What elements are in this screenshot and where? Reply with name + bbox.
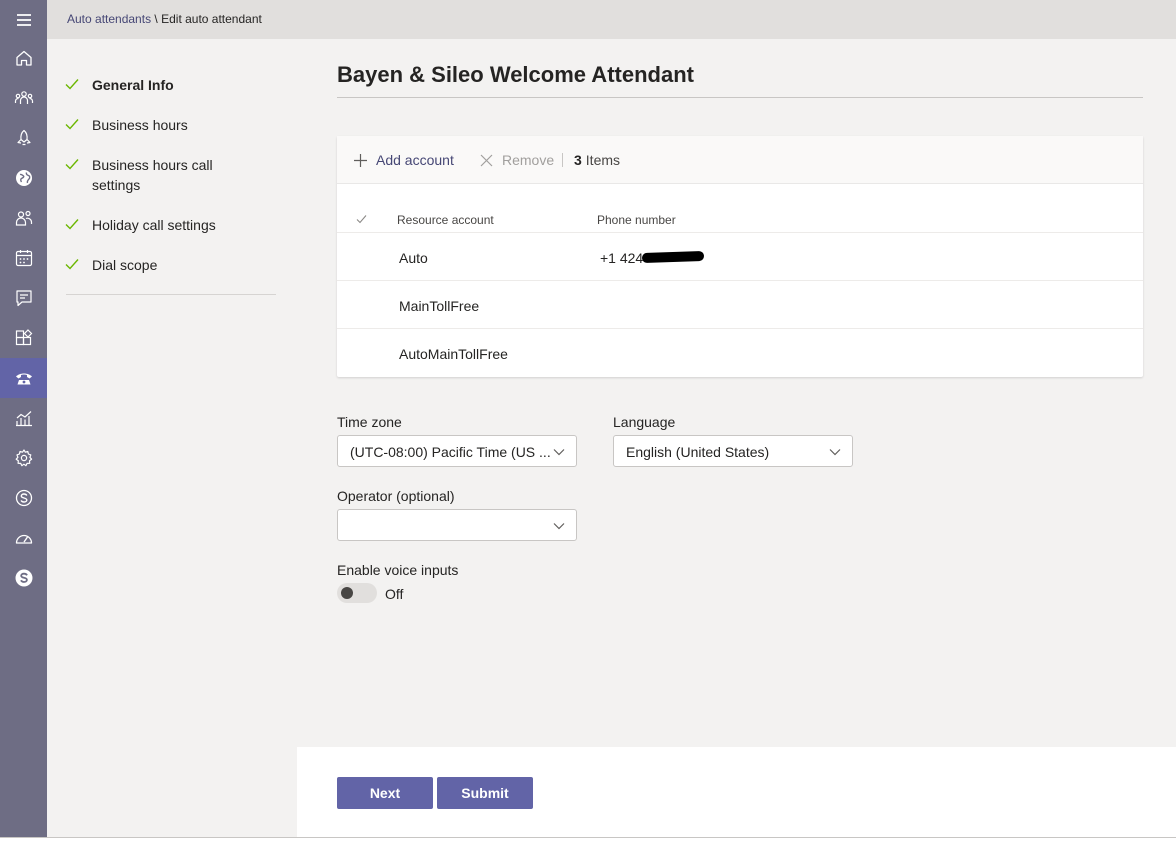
item-count: 3 Items <box>574 152 620 168</box>
toolbar-separator <box>562 153 563 167</box>
add-account-button[interactable]: Add account <box>354 152 454 168</box>
time-zone-label: Time zone <box>337 414 402 430</box>
messaging-icon[interactable] <box>0 278 47 318</box>
accounts-table-body: Auto +1 424 MainTollFree AutoMainTollFre… <box>337 233 1143 377</box>
step-label: Dial scope <box>92 257 158 273</box>
step-general-info[interactable]: General Info <box>65 75 285 95</box>
check-icon <box>65 79 79 90</box>
step-business-hours-call-settings[interactable]: Business hours call settings <box>65 155 285 195</box>
resource-accounts-card: Add account Remove 3 Items Resource acco… <box>337 136 1143 377</box>
time-zone-value: (UTC-08:00) Pacific Time (US ... <box>350 444 551 460</box>
wizard-footer: Next Submit <box>297 747 1176 837</box>
plus-icon <box>354 153 367 167</box>
wizard-steps: General Info Business hours Business hou… <box>47 39 297 837</box>
chevron-down-icon <box>553 449 565 456</box>
select-all-check-icon[interactable] <box>356 214 367 224</box>
title-divider <box>337 97 1143 98</box>
language-label: Language <box>613 414 676 430</box>
calendar-icon[interactable] <box>0 238 47 278</box>
breadcrumb-auto-attendants[interactable]: Auto attendants <box>67 12 151 26</box>
toggle-knob <box>341 587 353 599</box>
globe-icon[interactable] <box>0 158 47 198</box>
item-count-number: 3 <box>574 152 582 168</box>
close-icon <box>480 154 493 166</box>
skype-icon[interactable] <box>0 478 47 518</box>
operator-dropdown[interactable] <box>337 509 577 541</box>
accounts-toolbar: Add account Remove 3 Items <box>337 136 1143 184</box>
steps-divider <box>66 294 276 295</box>
check-icon <box>65 159 79 170</box>
step-label: Holiday call settings <box>92 217 216 233</box>
chevron-down-icon <box>829 449 841 456</box>
home-icon[interactable] <box>0 38 47 78</box>
step-business-hours[interactable]: Business hours <box>65 115 285 135</box>
settings-icon[interactable] <box>0 438 47 478</box>
step-label: Business hours call settings <box>92 157 213 193</box>
voice-inputs-label: Enable voice inputs <box>337 562 459 578</box>
column-header-resource-account[interactable]: Resource account <box>397 213 494 227</box>
account-name: AutoMainTollFree <box>399 346 508 362</box>
main-content: Bayen & Sileo Welcome Attendant Add acco… <box>297 39 1176 747</box>
step-label: Business hours <box>92 117 188 133</box>
operator-label: Operator (optional) <box>337 488 455 504</box>
voice-inputs-toggle[interactable] <box>337 583 377 603</box>
column-header-phone-number[interactable]: Phone number <box>597 213 676 227</box>
window-bottom-border <box>0 837 1176 838</box>
table-row[interactable]: Auto +1 424 <box>337 233 1143 281</box>
table-row[interactable]: AutoMainTollFree <box>337 329 1143 377</box>
breadcrumb-current: Edit auto attendant <box>161 12 262 26</box>
remove-button[interactable]: Remove <box>480 152 554 168</box>
app-rail <box>0 0 47 837</box>
submit-button[interactable]: Submit <box>437 777 533 809</box>
account-name: Auto <box>399 250 428 266</box>
step-dial-scope[interactable]: Dial scope <box>65 255 285 275</box>
remove-label: Remove <box>502 152 555 168</box>
top-bar: Auto attendants \ Edit auto attendant <box>47 0 1176 39</box>
deployment-icon[interactable] <box>0 118 47 158</box>
add-account-label: Add account <box>376 152 454 168</box>
redaction-mark <box>641 250 705 264</box>
step-label: General Info <box>92 77 174 93</box>
chevron-down-icon <box>553 523 565 530</box>
dashboard-icon[interactable] <box>0 518 47 558</box>
page-title: Bayen & Sileo Welcome Attendant <box>337 62 694 87</box>
menu-icon[interactable] <box>0 0 47 40</box>
time-zone-dropdown[interactable]: (UTC-08:00) Pacific Time (US ... <box>337 435 577 467</box>
check-icon <box>65 119 79 130</box>
breadcrumb-separator: \ <box>151 12 162 26</box>
language-value: English (United States) <box>626 444 770 460</box>
account-name: MainTollFree <box>399 298 480 314</box>
check-icon <box>65 219 79 230</box>
step-holiday-call-settings[interactable]: Holiday call settings <box>65 215 285 235</box>
language-dropdown[interactable]: English (United States) <box>613 435 853 467</box>
phone-number: +1 424 <box>600 250 705 266</box>
voice-inputs-state: Off <box>385 586 404 602</box>
breadcrumb: Auto attendants \ Edit auto attendant <box>67 12 262 26</box>
analytics-icon[interactable] <box>0 398 47 438</box>
item-count-suffix: Items <box>585 152 621 168</box>
apps-icon[interactable] <box>0 318 47 358</box>
table-row[interactable]: MainTollFree <box>337 281 1143 329</box>
teams-icon[interactable] <box>0 78 47 118</box>
next-button[interactable]: Next <box>337 777 433 809</box>
voice-icon[interactable] <box>0 358 47 398</box>
users-icon[interactable] <box>0 198 47 238</box>
check-icon <box>65 259 79 270</box>
skype-business-icon[interactable] <box>0 558 47 598</box>
